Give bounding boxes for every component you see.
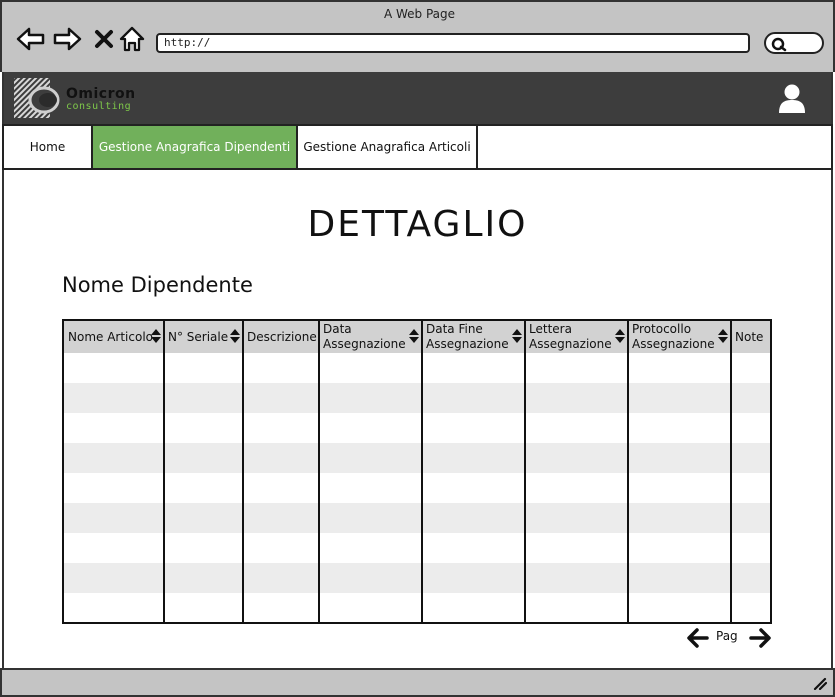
column-label: Data Fine Assegnazione — [426, 322, 508, 351]
assignment-table: Nome Articolo N° Seriale Descrizione Dat… — [62, 319, 772, 624]
forward-button[interactable] — [52, 24, 82, 54]
column-divider — [524, 321, 526, 622]
tab-label: Gestione Anagrafica Dipendenti — [98, 140, 291, 154]
page-label: Pag — [716, 629, 738, 643]
column-label: Data Assegnazione — [323, 322, 405, 351]
table-row[interactable] — [64, 593, 770, 622]
column-header-nome-articolo[interactable]: Nome Articolo — [64, 321, 164, 353]
column-header-data-assegnazione[interactable]: Data Assegnazione — [319, 321, 422, 353]
column-label: Descrizione — [247, 330, 317, 344]
sort-icon — [409, 329, 419, 343]
employee-name-heading: Nome Dipendente — [62, 273, 253, 297]
column-header-lettera-assegnazione[interactable]: Lettera Assegnazione — [525, 321, 628, 353]
table-header: Nome Articolo N° Seriale Descrizione Dat… — [64, 321, 770, 353]
table-row[interactable] — [64, 413, 770, 443]
app-header: Omicron consulting — [2, 72, 833, 124]
column-header-note[interactable]: Note — [731, 321, 770, 353]
column-label: Nome Articolo — [68, 330, 154, 344]
arrow-right-icon — [749, 628, 771, 648]
sort-icon — [230, 329, 240, 343]
user-icon — [779, 84, 805, 113]
sort-icon — [718, 329, 728, 343]
column-header-descrizione[interactable]: Descrizione — [243, 321, 319, 353]
column-header-data-fine-assegnazione[interactable]: Data Fine Assegnazione — [422, 321, 525, 353]
user-profile-button[interactable] — [777, 82, 807, 114]
previous-page-button[interactable] — [686, 626, 710, 650]
logo-tagline: consulting — [66, 101, 132, 112]
search-icon — [771, 37, 787, 52]
column-divider — [421, 321, 423, 622]
column-divider — [627, 321, 629, 622]
table-row[interactable] — [64, 563, 770, 593]
sort-icon — [512, 329, 522, 343]
column-label: Lettera Assegnazione — [529, 322, 611, 351]
column-divider — [730, 321, 732, 622]
tab-gestione-anagrafica-dipendenti[interactable]: Gestione Anagrafica Dipendenti — [93, 126, 298, 168]
sort-icon — [151, 329, 161, 343]
back-button[interactable] — [16, 24, 46, 54]
window-title: A Web Page — [383, 7, 456, 21]
column-divider — [318, 321, 320, 622]
pagination: Pag — [686, 626, 774, 650]
column-header-protocollo-assegnazione[interactable]: Protocollo Assegnazione — [628, 321, 731, 353]
page-title: DETTAGLIO — [307, 204, 528, 245]
browser-status-bar — [0, 668, 835, 697]
next-page-button[interactable] — [748, 626, 772, 650]
arrow-right-icon — [53, 27, 82, 51]
sort-icon — [615, 329, 625, 343]
resize-grip-icon[interactable] — [811, 676, 827, 690]
logo-mark-icon — [14, 78, 60, 118]
table-row[interactable] — [64, 473, 770, 503]
close-icon — [95, 30, 113, 48]
main-nav-tabs: Home Gestione Anagrafica Dipendenti Gest… — [2, 124, 833, 170]
table-row[interactable] — [64, 353, 770, 383]
arrow-left-icon — [687, 628, 709, 648]
company-logo[interactable]: Omicron consulting — [14, 76, 154, 120]
logo-name: Omicron — [66, 86, 136, 102]
stop-button[interactable] — [89, 24, 119, 54]
table-row[interactable] — [64, 443, 770, 473]
home-icon — [119, 26, 145, 52]
tab-label: Home — [29, 140, 66, 154]
home-button[interactable] — [117, 24, 147, 54]
column-divider — [242, 321, 244, 622]
browser-search[interactable] — [764, 32, 824, 54]
tab-home[interactable]: Home — [4, 126, 93, 168]
table-row[interactable] — [64, 503, 770, 533]
column-header-n-seriale[interactable]: N° Seriale — [164, 321, 243, 353]
tab-label: Gestione Anagrafica Articoli — [303, 140, 471, 154]
column-label: Protocollo Assegnazione — [632, 322, 714, 351]
url-input[interactable]: http:// — [156, 33, 750, 53]
table-row[interactable] — [64, 383, 770, 413]
tab-gestione-anagrafica-articoli[interactable]: Gestione Anagrafica Articoli — [298, 126, 478, 168]
column-divider — [163, 321, 165, 622]
table-row[interactable] — [64, 533, 770, 563]
column-label: Note — [735, 330, 764, 344]
arrow-left-icon — [16, 27, 45, 51]
browser-toolbar: A Web Page http:// — [0, 0, 835, 72]
